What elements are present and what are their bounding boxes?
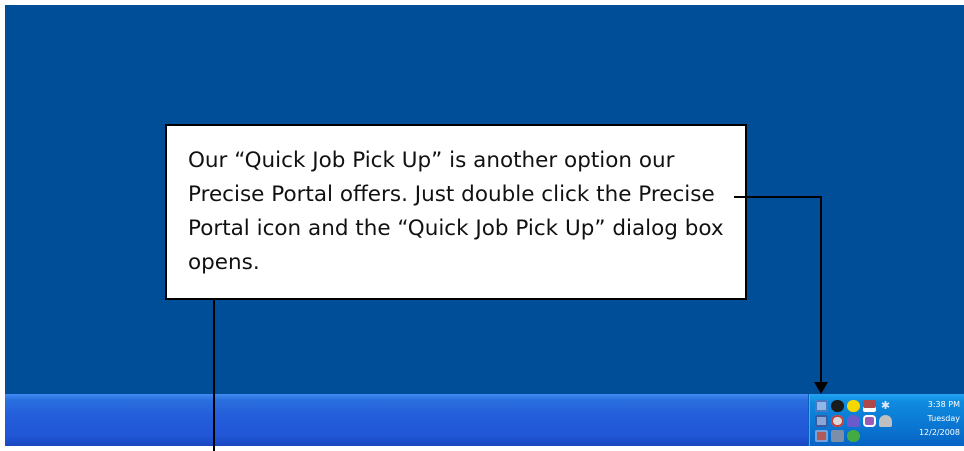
precise-portal-icon[interactable] (815, 415, 828, 427)
taskbar: ✱ 3:38 PM Tuesday 12/2/2008 (5, 394, 964, 446)
network-icon[interactable] (815, 400, 828, 412)
globe-icon[interactable] (831, 415, 844, 427)
tray-icons: ✱ (815, 400, 907, 445)
bluetooth-icon[interactable]: ✱ (879, 400, 892, 412)
user-icon[interactable] (847, 415, 860, 427)
system-tray: ✱ 3:38 PM Tuesday 12/2/2008 (808, 394, 964, 446)
refresh-icon[interactable] (847, 430, 860, 442)
clock-date: 12/2/2008 (918, 428, 960, 437)
yellow-status-icon[interactable] (847, 400, 860, 412)
monitor-icon[interactable] (815, 430, 828, 442)
device-icon[interactable] (863, 415, 876, 427)
callout-box: Our “Quick Job Pick Up” is another optio… (165, 124, 747, 300)
app-icon[interactable] (863, 400, 876, 412)
tray-row-1: ✱ (815, 400, 907, 413)
printer-icon[interactable] (831, 430, 844, 442)
clock-day: Tuesday (927, 414, 960, 423)
network-cable-icon[interactable] (879, 415, 892, 427)
callout-text: Our “Quick Job Pick Up” is another optio… (188, 148, 724, 275)
tray-row-2 (815, 415, 907, 428)
tray-row-3 (815, 430, 907, 443)
security-shield-icon[interactable] (831, 400, 844, 412)
clock-time: 3:38 PM (927, 400, 960, 409)
tray-clock[interactable]: 3:38 PM Tuesday 12/2/2008 (904, 398, 960, 440)
